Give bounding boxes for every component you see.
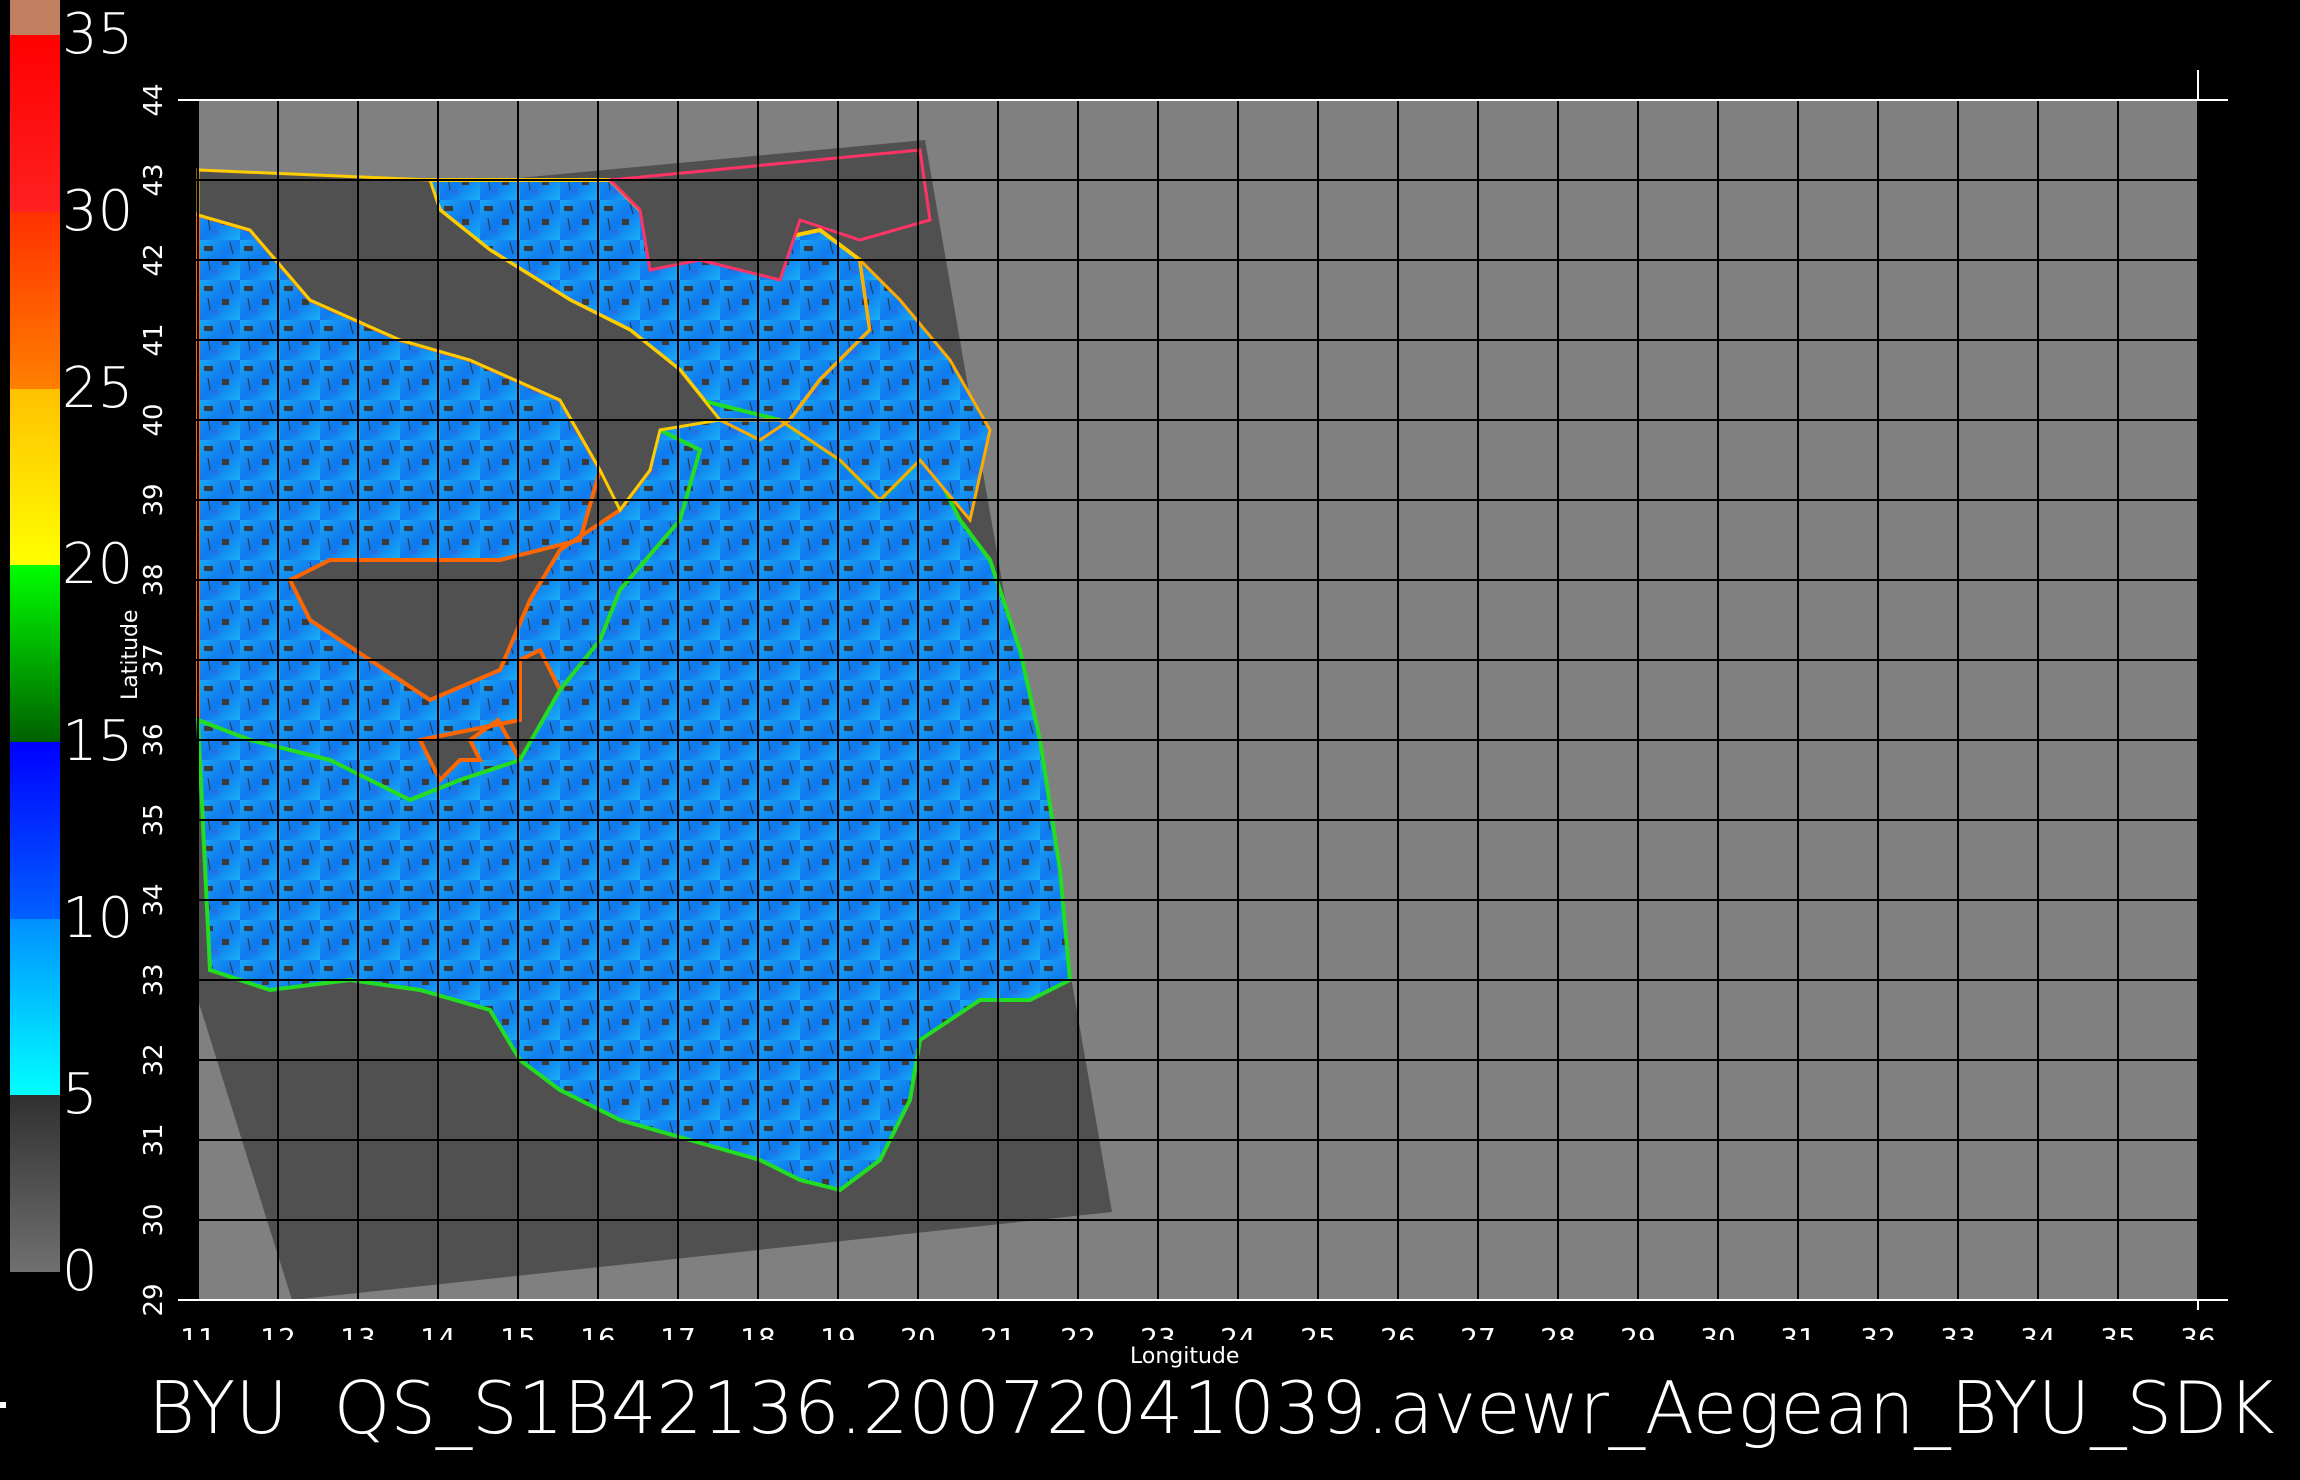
lat-tick-label: 43	[139, 163, 169, 196]
lon-tick-label: 11	[180, 1322, 216, 1340]
lon-tick-label: 18	[740, 1322, 776, 1340]
lat-tick-label: 39	[139, 483, 169, 516]
lat-tick-label: 32	[139, 1043, 169, 1076]
lon-tick-label: 24	[1220, 1322, 1256, 1340]
lat-tick-label: 34	[139, 883, 169, 916]
lat-tick-label: 36	[139, 723, 169, 756]
lon-tick-label: 20	[900, 1322, 936, 1340]
lon-tick-label: 21	[980, 1322, 1016, 1340]
lat-tick-label: 38	[139, 563, 169, 596]
lon-tick-label: 31	[1780, 1322, 1816, 1340]
lat-tick-label: 31	[139, 1123, 169, 1156]
lon-tick-label: 22	[1060, 1322, 1096, 1340]
lat-tick-label: 40	[139, 403, 169, 436]
lon-tick-label: 16	[580, 1322, 616, 1340]
lon-tick-label: 28	[1540, 1322, 1576, 1340]
lon-tick-label: 27	[1460, 1322, 1496, 1340]
lon-tick-label: 29	[1620, 1322, 1656, 1340]
lat-tick-label: 42	[139, 243, 169, 276]
lat-tick-label: 30	[139, 1203, 169, 1236]
lon-tick-label: 25	[1300, 1322, 1336, 1340]
wind-map: 11 12 13 14 15 16 17 18 19 20 21 22 23 24 25 26 27 28 29 30…	[139, 70, 2228, 1340]
lat-tick-label: 37	[139, 643, 169, 676]
lat-tick-label: 41	[139, 323, 169, 356]
footer-filename: BYU QS_S1B42136.20072041039.avewr_Aegean…	[148, 1366, 2275, 1450]
lon-tick-label: 36	[2180, 1322, 2216, 1340]
lat-tick-label: 33	[139, 963, 169, 996]
lat-tick-label: 35	[139, 803, 169, 836]
lon-tick-label: 26	[1380, 1322, 1416, 1340]
lat-tick-label: 29	[139, 1283, 169, 1316]
y-axis-label: Latitude	[118, 609, 143, 700]
lon-tick-label: 13	[340, 1322, 376, 1340]
lon-tick-label: 23	[1140, 1322, 1176, 1340]
lon-tick-label: 14	[420, 1322, 456, 1340]
lon-tick-label: 34	[2020, 1322, 2056, 1340]
lon-tick-label: 32	[1860, 1322, 1896, 1340]
lon-tick-label: 35	[2100, 1322, 2136, 1340]
lon-tick-label: 17	[660, 1322, 696, 1340]
lon-tick-label: 12	[260, 1322, 296, 1340]
lon-tick-label: 30	[1700, 1322, 1736, 1340]
lon-tick-label: 33	[1940, 1322, 1976, 1340]
footer-bullet	[0, 1402, 6, 1408]
lat-tick-label: 44	[139, 83, 169, 116]
lon-tick-label: 19	[820, 1322, 856, 1340]
lon-tick-label: 15	[500, 1322, 536, 1340]
